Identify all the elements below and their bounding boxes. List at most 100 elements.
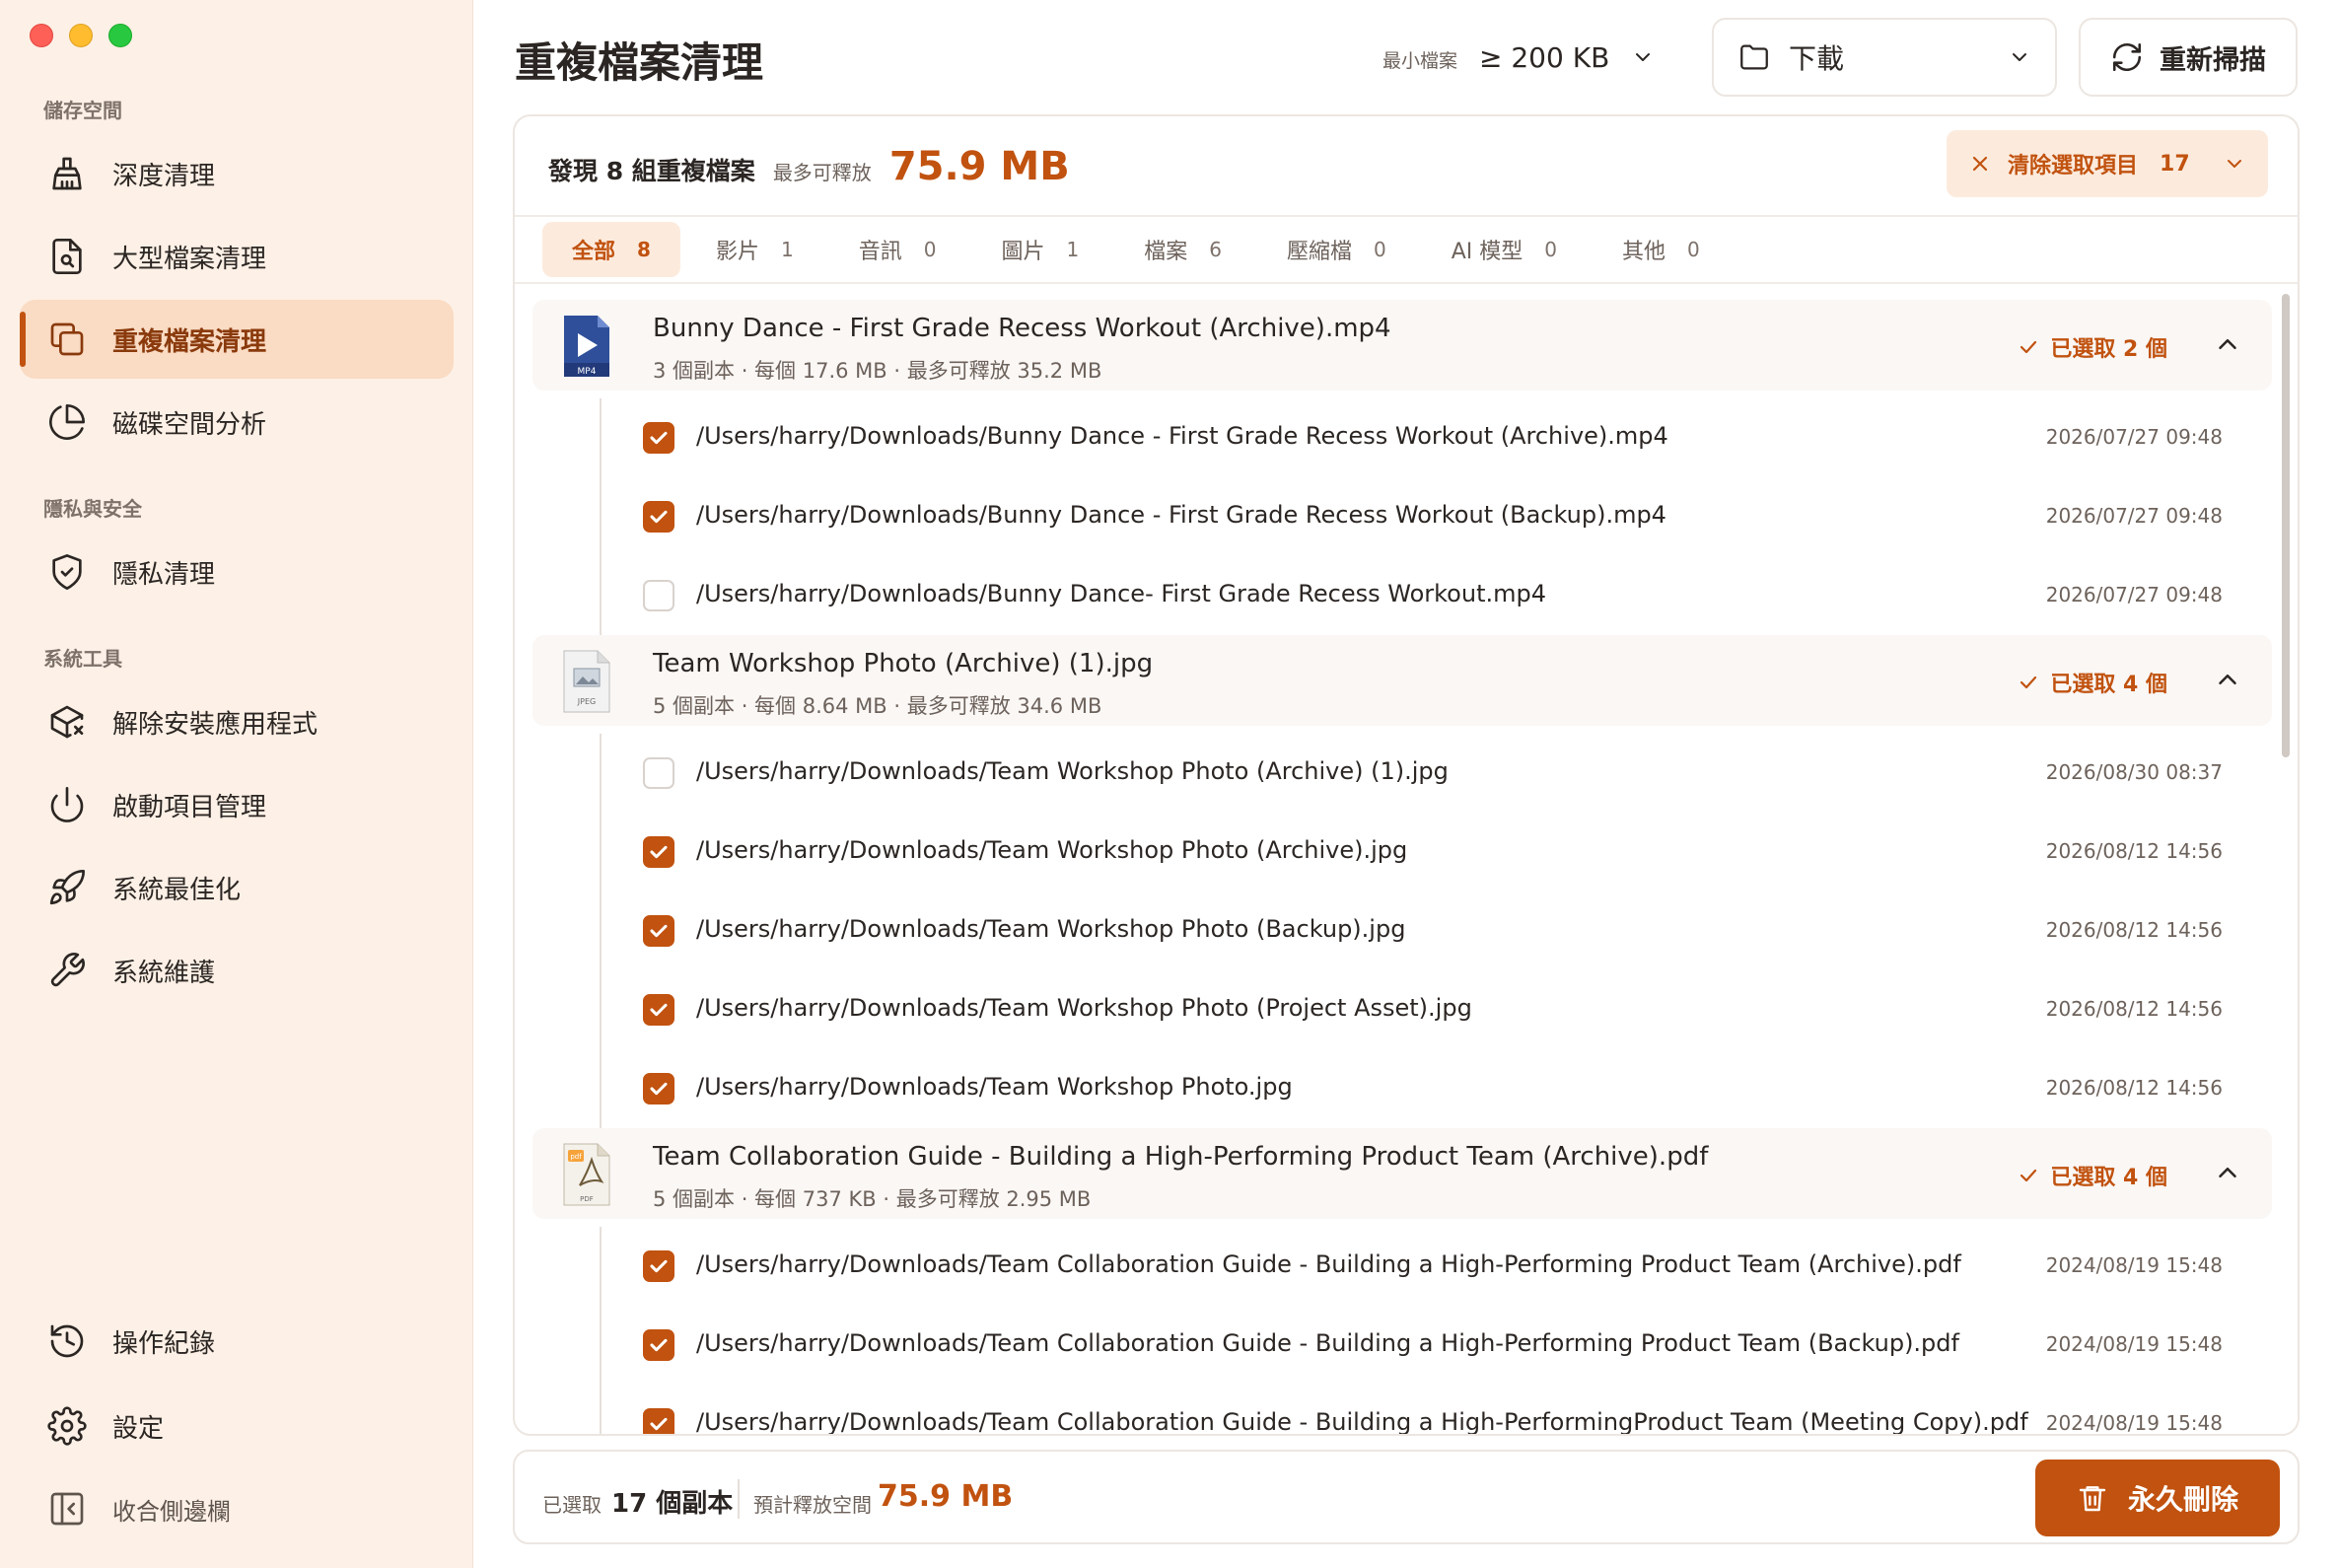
group-meta: 3 個副本 · 每個 17.6 MB · 最多可釋放 35.2 MB xyxy=(653,359,1102,383)
file-checkbox[interactable] xyxy=(643,994,674,1026)
tree-line xyxy=(600,1306,602,1385)
svg-text:pdf: pdf xyxy=(570,1153,582,1161)
zoom-window-button[interactable] xyxy=(108,24,132,47)
close-window-button[interactable] xyxy=(30,24,53,47)
sidebar-collapse-button[interactable]: 收合側邊欄 xyxy=(20,1469,454,1548)
file-checkbox[interactable] xyxy=(643,422,674,454)
sidebar-item-large-files[interactable]: 大型檔案清理 xyxy=(20,217,454,296)
page-title: 重複檔案清理 xyxy=(515,38,764,87)
chevron-up-icon[interactable] xyxy=(2213,329,2242,359)
sidebar-item-deep-clean[interactable]: 深度清理 xyxy=(20,134,454,213)
sidebar-item-startup-items[interactable]: 啟動項目管理 xyxy=(20,765,454,844)
file-row[interactable]: /Users/harry/Downloads/Bunny Dance - Fir… xyxy=(515,477,2280,556)
tab-other[interactable]: 其他 0 xyxy=(1593,222,1730,277)
tab-video[interactable]: 影片 1 xyxy=(686,222,823,277)
sidebar-item-privacy-clean[interactable]: 隱私清理 xyxy=(20,533,454,611)
refresh-icon xyxy=(2112,42,2142,72)
group-file-name: Team Workshop Photo (Archive) (1).jpg xyxy=(653,649,1154,678)
sidebar-item-settings[interactable]: 設定 xyxy=(20,1387,454,1465)
permanent-delete-button[interactable]: 永久刪除 xyxy=(2035,1460,2280,1536)
tab-audio[interactable]: 音訊 0 xyxy=(829,222,966,277)
tree-line xyxy=(600,734,602,813)
summary: 發現 8 組重複檔案 最多可釋放 75.9 MB xyxy=(548,144,1070,189)
file-row[interactable]: /Users/harry/Downloads/Team Collaboratio… xyxy=(515,1385,2280,1436)
package-remove-icon xyxy=(50,705,84,739)
file-checkbox[interactable] xyxy=(643,836,674,868)
duplicate-group-header[interactable]: MP4 Bunny Dance - First Grade Recess Wor… xyxy=(532,300,2272,391)
sidebar-item-label: 設定 xyxy=(112,1413,165,1444)
power-icon xyxy=(50,787,84,822)
sidebar-item-label: 系統最佳化 xyxy=(112,875,242,905)
tab-ai-models[interactable]: AI 模型 0 xyxy=(1422,222,1587,277)
file-path: /Users/harry/Downloads/Team Collaboratio… xyxy=(696,1408,2028,1436)
tab-documents[interactable]: 檔案 6 xyxy=(1114,222,1251,277)
tab-label: 檔案 xyxy=(1144,240,1188,264)
file-checkbox[interactable] xyxy=(643,1073,674,1105)
file-date: 2026/08/12 14:56 xyxy=(2045,1076,2223,1100)
pdf-document-icon: pdf PDF xyxy=(563,1143,610,1206)
check-icon xyxy=(2020,676,2037,689)
file-checkbox[interactable] xyxy=(643,757,674,789)
file-row[interactable]: /Users/harry/Downloads/Team Workshop Pho… xyxy=(515,891,2280,970)
section-title-privacy: 隱私與安全 xyxy=(43,497,142,521)
copy-icon xyxy=(50,322,84,356)
sidebar-item-optimize[interactable]: 系統最佳化 xyxy=(20,848,454,927)
file-checkbox[interactable] xyxy=(643,1408,674,1434)
svg-text:JPEG: JPEG xyxy=(577,697,596,706)
tab-all[interactable]: 全部 8 xyxy=(542,222,680,277)
file-path: /Users/harry/Downloads/Team Collaboratio… xyxy=(696,1329,1959,1357)
tab-images[interactable]: 圖片 1 xyxy=(971,222,1108,277)
scrollbar[interactable] xyxy=(2282,294,2290,757)
section-title-system-tools: 系統工具 xyxy=(43,647,122,671)
file-path: /Users/harry/Downloads/Team Workshop Pho… xyxy=(696,1073,1293,1101)
file-row[interactable]: /Users/harry/Downloads/Team Workshop Pho… xyxy=(515,734,2280,813)
file-path: /Users/harry/Downloads/Team Collaboratio… xyxy=(696,1250,1961,1278)
chevron-up-icon[interactable] xyxy=(2213,1158,2242,1187)
clear-selection-button[interactable]: 清除選取項目 17 xyxy=(1947,130,2268,197)
duplicate-group-header[interactable]: pdf PDF Team Collaboration Guide - Buildi… xyxy=(532,1128,2272,1219)
tree-line xyxy=(600,813,602,891)
file-date: 2026/07/27 09:48 xyxy=(2045,583,2223,606)
folder-value: 下載 xyxy=(1789,42,1845,75)
minimize-window-button[interactable] xyxy=(69,24,93,47)
checkmark-icon xyxy=(650,924,668,938)
group-selected-count: 已選取 4 個 xyxy=(2017,1160,2167,1191)
min-size-select[interactable]: ≥ 200 KB xyxy=(1479,30,1655,85)
rescan-button[interactable]: 重新掃描 xyxy=(2079,18,2298,97)
chevron-up-icon[interactable] xyxy=(2213,665,2242,694)
sidebar-item-history[interactable]: 操作紀錄 xyxy=(20,1302,454,1381)
file-row[interactable]: /Users/harry/Downloads/Team Collaboratio… xyxy=(515,1227,2280,1306)
tree-line xyxy=(600,970,602,1049)
duplicates-panel: 發現 8 組重複檔案 最多可釋放 75.9 MB 清除選取項目 17 全部 8 影… xyxy=(513,114,2300,1436)
tab-count: 1 xyxy=(1066,238,1080,261)
window-controls xyxy=(30,24,132,47)
duplicate-group-header[interactable]: JPEG Team Workshop Photo (Archive) (1).j… xyxy=(532,635,2272,726)
file-checkbox[interactable] xyxy=(643,1329,674,1361)
sidebar-item-label: 啟動項目管理 xyxy=(112,792,267,822)
tree-line xyxy=(600,1227,602,1306)
file-row[interactable]: /Users/harry/Downloads/Team Workshop Pho… xyxy=(515,970,2280,1049)
file-date: 2026/08/12 14:56 xyxy=(2045,997,2223,1021)
sidebar-item-duplicate-files[interactable]: 重複檔案清理 xyxy=(20,300,454,379)
file-date: 2026/08/30 08:37 xyxy=(2045,760,2223,784)
tab-count: 0 xyxy=(1686,238,1700,261)
file-row[interactable]: /Users/harry/Downloads/Team Collaboratio… xyxy=(515,1306,2280,1385)
folder-select[interactable]: 下載 xyxy=(1712,18,2057,97)
wrench-icon xyxy=(50,953,85,987)
folder-icon xyxy=(1740,44,1768,70)
file-date: 2026/07/27 09:48 xyxy=(2045,425,2223,449)
file-path: /Users/harry/Downloads/Bunny Dance - Fir… xyxy=(696,501,1666,529)
sidebar-item-uninstall-apps[interactable]: 解除安裝應用程式 xyxy=(20,682,454,761)
file-row[interactable]: /Users/harry/Downloads/Bunny Dance- Firs… xyxy=(515,556,2280,635)
trash-icon xyxy=(2079,1486,2106,1512)
file-row[interactable]: /Users/harry/Downloads/Team Workshop Pho… xyxy=(515,813,2280,891)
tab-archives[interactable]: 壓縮檔 0 xyxy=(1257,222,1416,277)
file-checkbox[interactable] xyxy=(643,501,674,533)
sidebar-item-maintenance[interactable]: 系統維護 xyxy=(20,931,454,1010)
file-checkbox[interactable] xyxy=(643,1250,674,1282)
file-checkbox[interactable] xyxy=(643,580,674,611)
file-row[interactable]: /Users/harry/Downloads/Team Workshop Pho… xyxy=(515,1049,2280,1128)
sidebar-item-disk-analysis[interactable]: 磁碟空間分析 xyxy=(20,383,454,462)
file-row[interactable]: /Users/harry/Downloads/Bunny Dance - Fir… xyxy=(515,398,2280,477)
file-checkbox[interactable] xyxy=(643,915,674,947)
